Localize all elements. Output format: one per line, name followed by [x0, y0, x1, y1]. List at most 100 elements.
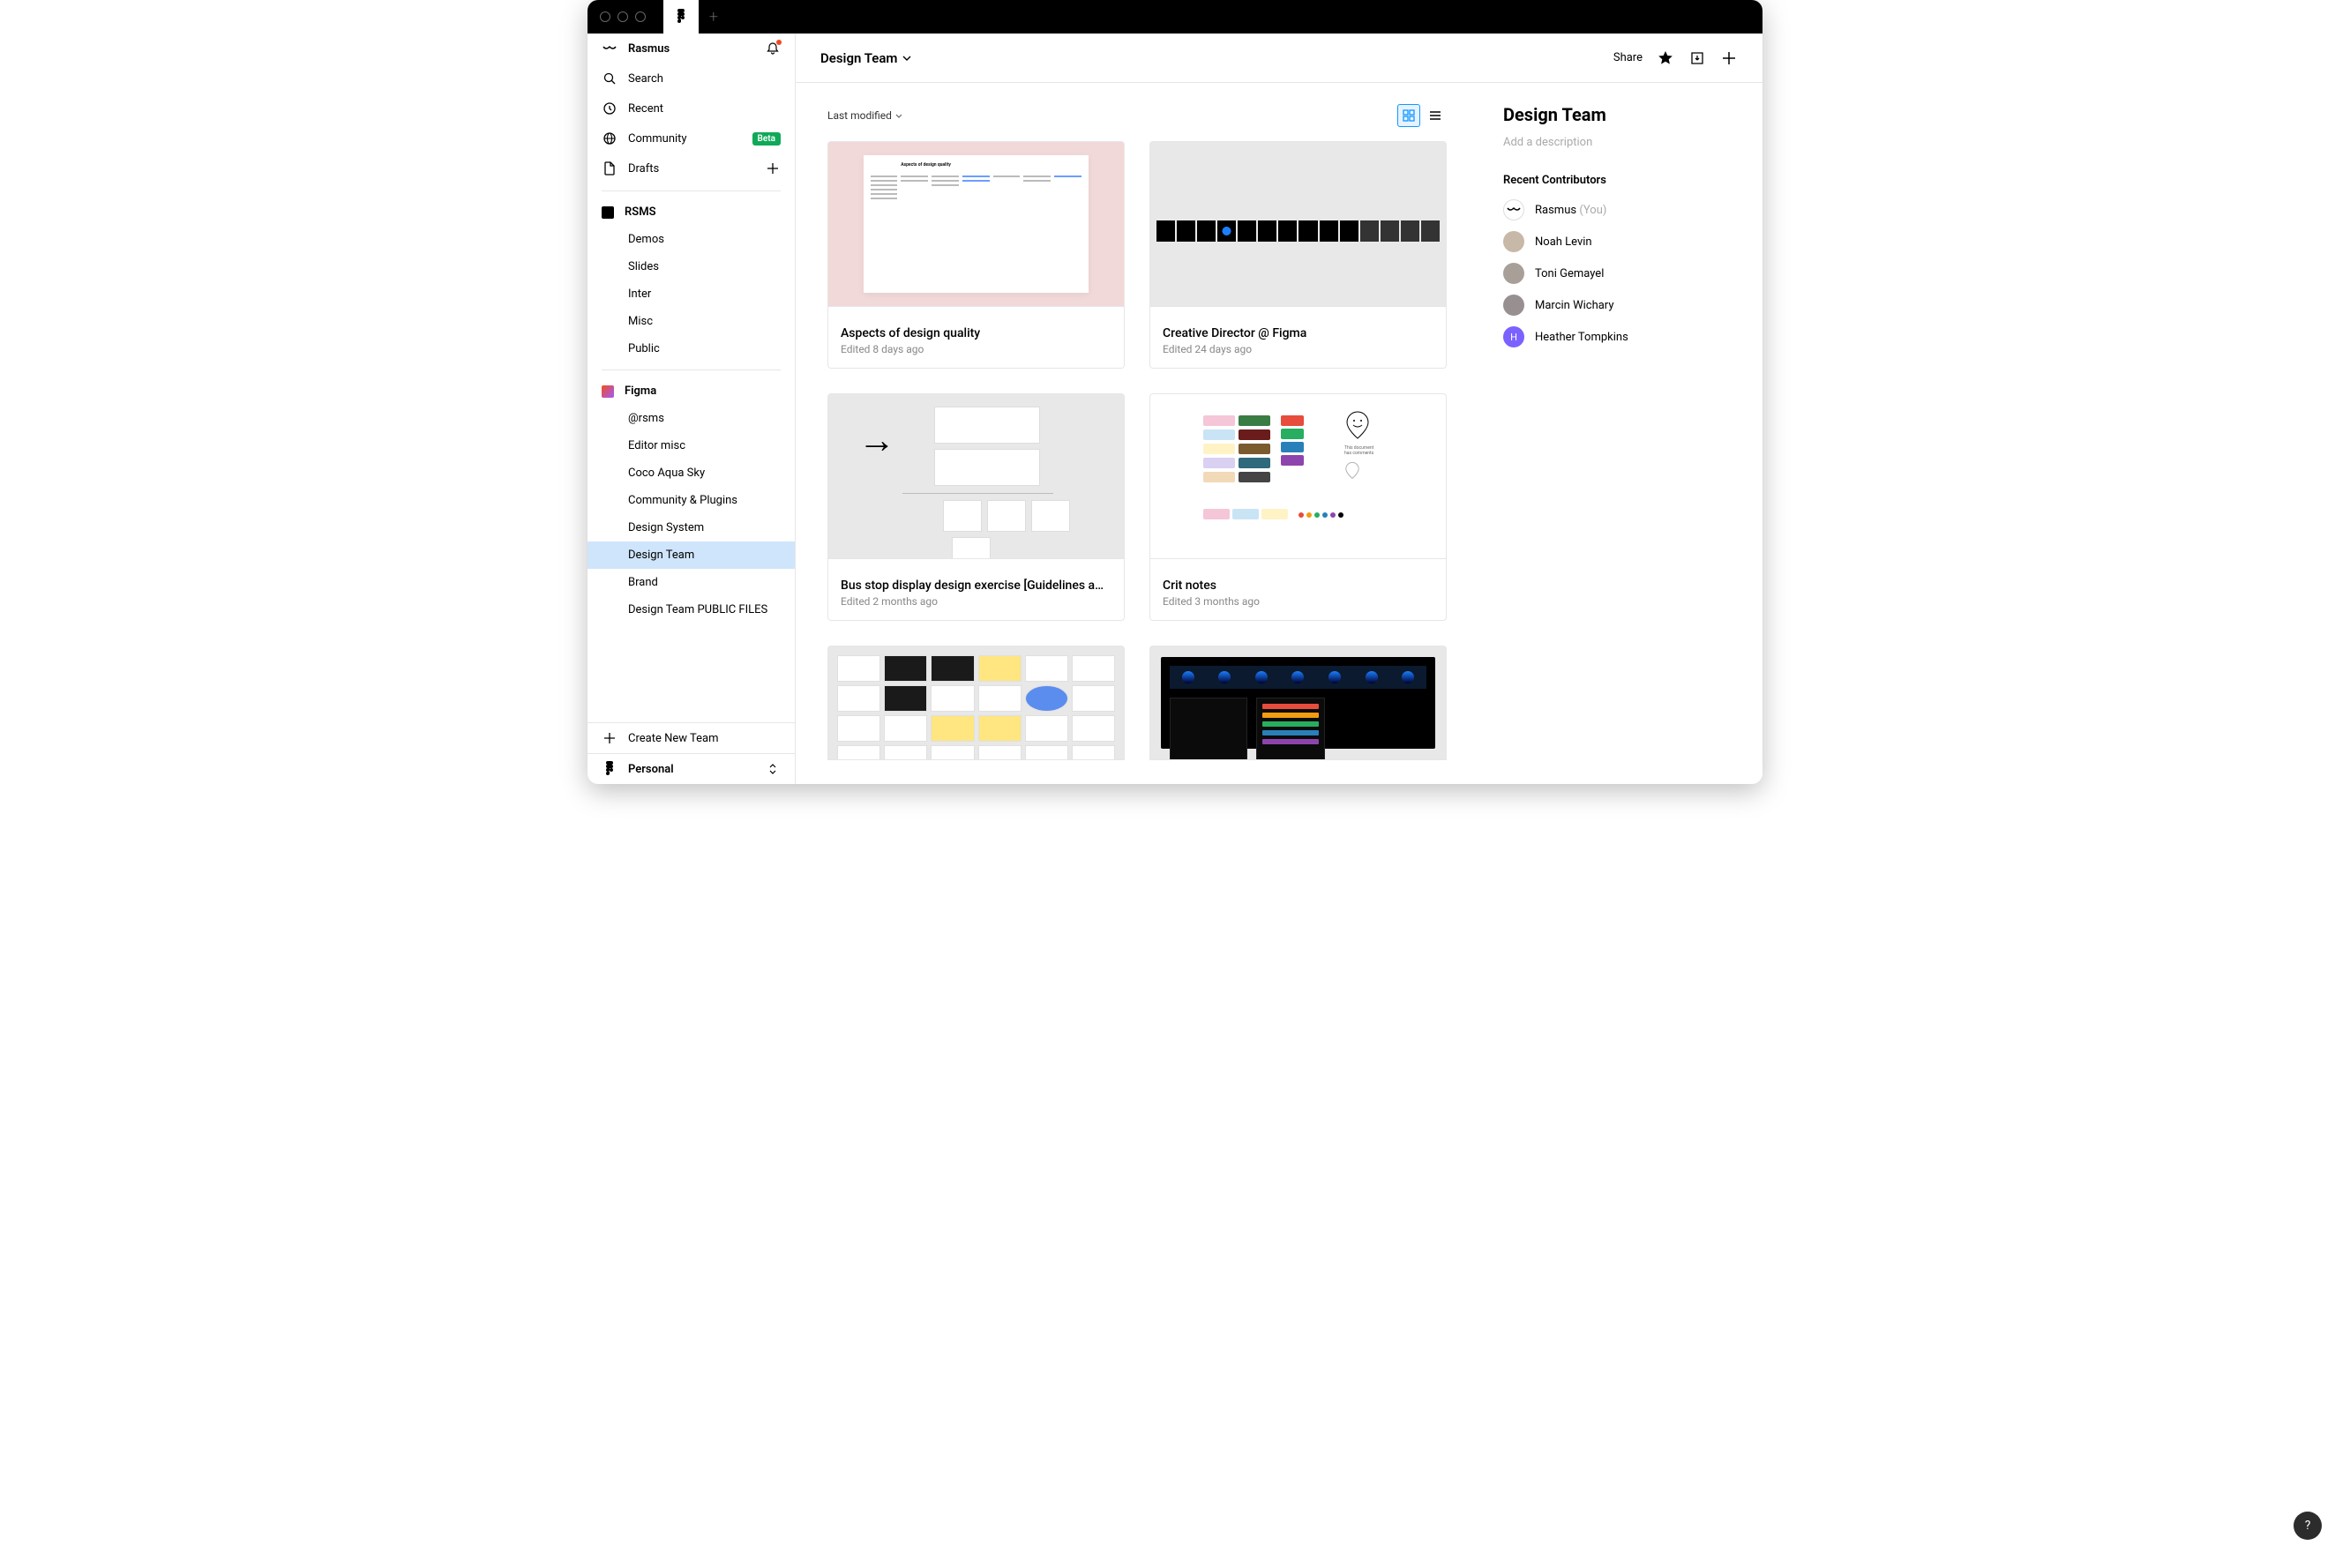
sidebar-search[interactable]: Search: [588, 63, 795, 93]
chevron-down-icon: [902, 56, 911, 61]
divider: [602, 190, 781, 191]
contributor-row[interactable]: Toni Gemayel: [1503, 263, 1738, 284]
figma-logo-icon: [676, 9, 686, 25]
sidebar-community-label: Community: [628, 132, 687, 146]
sidebar-drafts[interactable]: Drafts: [588, 153, 795, 183]
sidebar-team-rsms[interactable]: RSMS: [588, 198, 795, 226]
file-thumbnail: This documenthas comments: [1149, 393, 1447, 559]
sidebar-recent-label: Recent: [628, 102, 663, 116]
file-thumbnail: [827, 646, 1125, 760]
sidebar-recent[interactable]: Recent: [588, 93, 795, 123]
sidebar-user[interactable]: Rasmus: [588, 34, 795, 63]
file-title: Bus stop display design exercise [Guidel…: [841, 579, 1111, 593]
sidebar-project-rsms-3[interactable]: Misc: [588, 308, 795, 335]
close-window-icon[interactable]: [600, 11, 610, 22]
panel-title: Design Team: [1503, 104, 1738, 125]
grid-view-button[interactable]: [1397, 104, 1420, 127]
you-label: (You): [1579, 204, 1606, 217]
file-meta: Edited 3 months ago: [1163, 595, 1433, 608]
sort-dropdown[interactable]: Last modified: [827, 109, 902, 122]
create-team-button[interactable]: Create New Team: [588, 723, 795, 753]
window-controls: [600, 11, 646, 22]
notifications-icon[interactable]: [765, 41, 781, 56]
file-card[interactable]: [1149, 646, 1447, 760]
sidebar: Rasmus Search R: [588, 34, 796, 784]
view-toggle: [1397, 104, 1447, 127]
contributor-name: Rasmus: [1535, 204, 1576, 217]
import-icon[interactable]: [1688, 49, 1706, 67]
share-button[interactable]: Share: [1613, 51, 1643, 64]
sidebar-project-rsms-0[interactable]: Demos: [588, 226, 795, 253]
sidebar-project-figma-4[interactable]: Design System: [588, 514, 795, 541]
page-title: Design Team: [820, 50, 897, 66]
team-label: Figma: [625, 385, 656, 398]
sidebar-project-figma-2[interactable]: Coco Aqua Sky: [588, 459, 795, 487]
contributor-row[interactable]: Noah Levin: [1503, 231, 1738, 252]
file-card[interactable]: This documenthas comments: [1149, 393, 1447, 621]
sort-label: Last modified: [827, 109, 892, 122]
sidebar-project-figma-1[interactable]: Editor misc: [588, 432, 795, 459]
contributor-name: Noah Levin: [1535, 235, 1592, 249]
files-grid-area: Last modified: [796, 83, 1478, 784]
chevron-down-icon: [895, 114, 902, 118]
project-title-dropdown[interactable]: Design Team: [820, 50, 911, 66]
file-thumbnail: [1149, 141, 1447, 307]
clock-icon: [602, 101, 617, 116]
search-icon: [602, 71, 617, 86]
contributor-name: Heather Tompkins: [1535, 331, 1628, 344]
sidebar-team-figma[interactable]: Figma: [588, 377, 795, 405]
contributor-row[interactable]: H Heather Tompkins: [1503, 326, 1738, 347]
team-label: RSMS: [625, 205, 656, 219]
sidebar-project-figma-0[interactable]: @rsms: [588, 405, 795, 432]
sidebar-community[interactable]: Community Beta: [588, 123, 795, 153]
globe-icon: [602, 131, 617, 146]
file-title: Aspects of design quality: [841, 326, 1111, 340]
file-thumbnail: Aspects of design quality: [827, 141, 1125, 307]
beta-badge: Beta: [752, 132, 781, 146]
file-icon: [602, 161, 617, 176]
avatar: [1503, 295, 1524, 316]
file-meta: Edited 8 days ago: [841, 343, 1111, 355]
sidebar-project-rsms-2[interactable]: Inter: [588, 280, 795, 308]
contributors-heading: Recent Contributors: [1503, 174, 1738, 187]
file-card[interactable]: [827, 646, 1125, 760]
list-view-button[interactable]: [1424, 104, 1447, 127]
file-card[interactable]: → Bus stop display design exercise [Guid…: [827, 393, 1125, 621]
file-thumbnail: [1149, 646, 1447, 760]
avatar: [1503, 231, 1524, 252]
plus-icon: [602, 730, 617, 746]
new-tab-button[interactable]: +: [699, 0, 729, 34]
sidebar-project-rsms-1[interactable]: Slides: [588, 253, 795, 280]
file-meta: Edited 24 days ago: [1163, 343, 1433, 355]
sidebar-drafts-label: Drafts: [628, 162, 659, 175]
plan-label: Personal: [628, 763, 674, 776]
avatar: [1503, 199, 1524, 220]
file-meta: Edited 2 months ago: [841, 595, 1111, 608]
team-icon: [602, 206, 614, 219]
tab-home[interactable]: [663, 0, 699, 34]
page-header: Design Team Share: [796, 34, 1762, 83]
file-title: Crit notes: [1163, 579, 1433, 593]
add-description-input[interactable]: Add a description: [1503, 136, 1738, 149]
avatar: H: [1503, 326, 1524, 347]
team-icon: [602, 385, 614, 398]
sidebar-project-figma-3[interactable]: Community & Plugins: [588, 487, 795, 514]
sidebar-project-rsms-4[interactable]: Public: [588, 335, 795, 362]
sidebar-project-figma-7[interactable]: Design Team PUBLIC FILES: [588, 596, 795, 623]
window-titlebar: +: [588, 0, 1762, 34]
favorite-icon[interactable]: [1657, 49, 1674, 67]
zoom-window-icon[interactable]: [635, 11, 646, 22]
avatar: [1503, 263, 1524, 284]
file-title: Creative Director @ Figma: [1163, 326, 1433, 340]
sidebar-project-figma-6[interactable]: Brand: [588, 569, 795, 596]
new-draft-icon[interactable]: [765, 161, 781, 176]
contributor-row[interactable]: Marcin Wichary: [1503, 295, 1738, 316]
minimize-window-icon[interactable]: [617, 11, 628, 22]
figma-logo-icon: [602, 761, 617, 777]
contributor-row[interactable]: Rasmus (You): [1503, 199, 1738, 220]
sidebar-project-figma-5[interactable]: Design Team: [588, 541, 795, 569]
new-file-icon[interactable]: [1720, 49, 1738, 67]
file-card[interactable]: Aspects of design quality: [827, 141, 1125, 369]
file-card[interactable]: Creative Director @ Figma Edited 24 days…: [1149, 141, 1447, 369]
plan-switcher[interactable]: Personal: [588, 753, 795, 784]
